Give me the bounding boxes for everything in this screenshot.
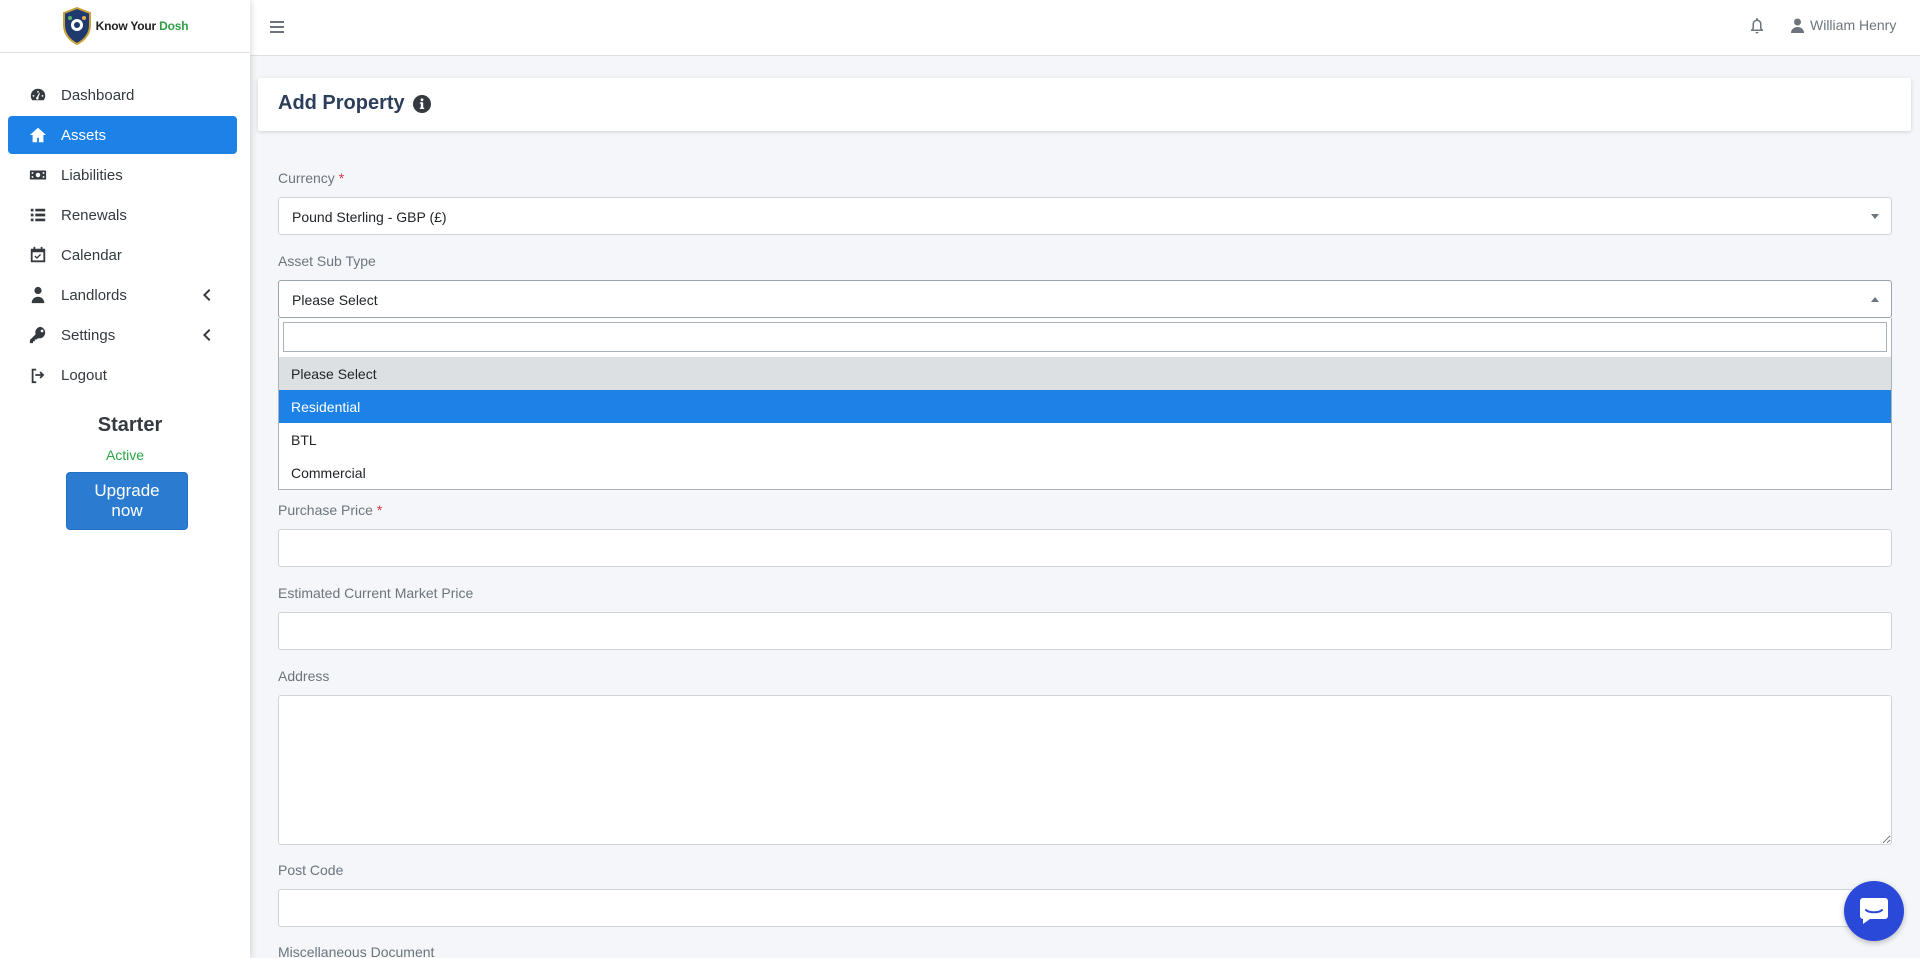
sidebar-item-calendar[interactable]: Calendar: [8, 236, 237, 274]
sidebar-item-renewals[interactable]: Renewals: [8, 196, 237, 234]
page-header-card: Add Property: [258, 78, 1911, 131]
sidebar-item-label: Assets: [61, 126, 107, 144]
dropdown-option-btl[interactable]: BTL: [279, 423, 1891, 456]
money-bill-icon: [28, 165, 48, 185]
purchase-price-input[interactable]: [278, 529, 1892, 567]
currency-value: Pound Sterling - GBP (£): [292, 209, 447, 225]
user-icon: [1791, 18, 1804, 33]
shield-logo-icon: [62, 6, 92, 46]
sidebar-item-label: Settings: [61, 326, 116, 344]
sidebar-item-label: Logout: [61, 366, 107, 384]
sign-out-icon: [28, 365, 48, 385]
dropdown-search-input[interactable]: [283, 322, 1887, 352]
post-code-label: Post Code: [278, 862, 344, 878]
asset-sub-type-label: Asset Sub Type: [278, 253, 376, 269]
user-tie-icon: [28, 285, 48, 305]
plan-status-badge: Active: [105, 447, 145, 463]
sidebar-item-landlords[interactable]: Landlords: [8, 276, 237, 314]
market-price-input[interactable]: [278, 612, 1892, 650]
currency-select[interactable]: Pound Sterling - GBP (£): [278, 197, 1892, 235]
misc-document-label: Miscellaneous Document: [278, 944, 435, 958]
key-icon: [28, 325, 48, 345]
plan-name: Starter: [97, 414, 163, 436]
brand-name: Know Your Dosh: [95, 19, 189, 33]
sidebar-item-label: Renewals: [61, 206, 127, 224]
asset-sub-type-value: Please Select: [292, 292, 378, 308]
page-title: Add Property: [278, 92, 405, 114]
chat-launcher-button[interactable]: [1844, 881, 1904, 941]
list-icon: [28, 205, 48, 225]
chat-bubble-icon: [1860, 898, 1888, 924]
info-icon[interactable]: [412, 94, 432, 114]
bell-icon[interactable]: [1750, 18, 1766, 34]
asset-sub-type-select[interactable]: Please Select: [278, 280, 1892, 318]
address-textarea[interactable]: [278, 695, 1892, 845]
sidebar-item-settings[interactable]: Settings: [8, 316, 237, 354]
currency-label: Currency *: [278, 170, 345, 186]
chevron-left-icon: [201, 288, 211, 302]
sidebar-item-logout[interactable]: Logout: [8, 356, 237, 394]
sidebar-item-assets[interactable]: Assets: [8, 116, 237, 154]
dropdown-option-please-select[interactable]: Please Select: [279, 357, 1891, 390]
sidebar-item-label: Landlords: [61, 286, 127, 304]
hamburger-menu-icon[interactable]: [270, 21, 284, 33]
user-name: William Henry: [1810, 17, 1897, 33]
sidebar-item-label: Dashboard: [61, 86, 135, 104]
topbar: William Henry: [250, 0, 1920, 56]
sidebar: Know Your Dosh Dashboard Assets Liabilit…: [0, 0, 250, 958]
upgrade-button[interactable]: Upgrade now: [66, 472, 188, 530]
home-icon: [28, 125, 48, 145]
page-title-wrap: Add Property: [278, 92, 432, 115]
sidebar-item-label: Calendar: [61, 246, 122, 264]
sidebar-item-dashboard[interactable]: Dashboard: [8, 76, 237, 114]
caret-down-icon: [1871, 214, 1879, 219]
sidebar-item-liabilities[interactable]: Liabilities: [8, 156, 237, 194]
dropdown-option-commercial[interactable]: Commercial: [279, 456, 1891, 489]
address-label: Address: [278, 668, 330, 684]
market-price-label: Estimated Current Market Price: [278, 585, 474, 601]
chevron-left-icon: [201, 328, 211, 342]
dropdown-option-residential[interactable]: Residential: [279, 390, 1891, 423]
user-menu[interactable]: William Henry: [1791, 17, 1896, 33]
tachometer-icon: [28, 85, 48, 105]
sidebar-nav: Dashboard Assets Liabilities Renewals Ca…: [0, 53, 250, 384]
caret-up-icon: [1871, 297, 1879, 302]
asset-sub-type-dropdown: Please Select Residential BTL Commercial: [278, 318, 1892, 490]
calendar-check-icon: [28, 245, 48, 265]
brand-logo[interactable]: Know Your Dosh: [0, 0, 250, 53]
sidebar-item-label: Liabilities: [61, 166, 123, 184]
purchase-price-label: Purchase Price *: [278, 502, 383, 518]
plan-panel: Starter Active Upgrade now: [0, 414, 250, 530]
post-code-input[interactable]: [278, 889, 1892, 927]
